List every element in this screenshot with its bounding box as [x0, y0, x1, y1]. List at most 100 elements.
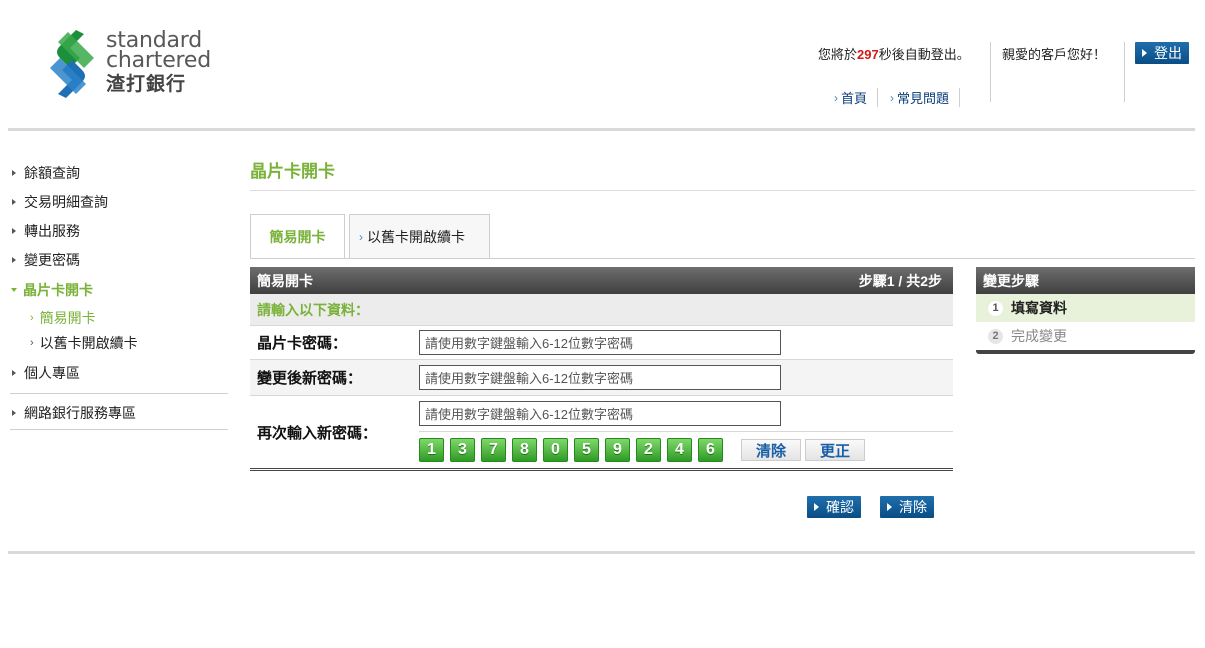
sidebar-item-transfer[interactable]: 轉出服務 — [10, 216, 228, 245]
header-divider — [1124, 42, 1125, 102]
home-link-label: 首頁 — [841, 91, 868, 106]
form-row-card-pin: 晶片卡密碼： 請使用數字鍵盤輸入6-12位數字密碼 — [250, 326, 953, 360]
keypad-key[interactable]: 9 — [605, 438, 630, 462]
timer-prefix: 您將於 — [818, 47, 858, 62]
form-title: 簡易開卡 — [257, 272, 313, 289]
field-label: 晶片卡密碼： — [257, 335, 348, 352]
footer-rule — [8, 551, 1195, 554]
keypad-key[interactable]: 6 — [698, 438, 723, 462]
sidebar-item-online-banking[interactable]: 網路銀行服務專區 — [10, 398, 228, 427]
sidebar-subitem-label: 簡易開卡 — [39, 309, 96, 326]
tab-renew-with-old-card[interactable]: › 以舊卡開啟續卡 — [349, 214, 490, 259]
keypad-key[interactable]: 0 — [543, 438, 568, 462]
faq-link-label: 常見問題 — [897, 91, 950, 106]
sidebar-subitem-label: 以舊卡開啟續卡 — [39, 334, 138, 351]
brand-line-3: 渣打銀行 — [106, 73, 187, 95]
faq-link[interactable]: › 常見問題 — [877, 88, 961, 107]
header-links: › 首頁 › 常見問題 — [834, 88, 961, 107]
tab-label: 以舊卡開啟續卡 — [367, 229, 465, 245]
keypad-key[interactable]: 7 — [481, 438, 506, 462]
brand-line-2: chartered — [106, 48, 211, 73]
clear-form-button[interactable]: 清除 — [880, 496, 934, 518]
title-divider — [250, 190, 1195, 191]
keypad-clear-button[interactable]: 清除 — [741, 439, 802, 461]
timer-seconds: 297 — [857, 47, 879, 62]
brand-logo[interactable]: standard chartered 渣打銀行 — [46, 28, 236, 100]
sidebar-item-label: 轉出服務 — [24, 222, 80, 239]
sidebar-item-label: 餘額查詢 — [24, 164, 80, 181]
field-label: 再次輸入新密碼： — [257, 424, 378, 442]
timer-suffix: 秒後自動登出。 — [878, 47, 970, 62]
step-label: 完成變更 — [1011, 328, 1067, 344]
arrow-right-icon — [12, 256, 16, 263]
logout-label: 登出 — [1154, 45, 1182, 61]
sidebar-item-label: 個人專區 — [24, 364, 80, 381]
steps-box: 變更步驟 1 填寫資料 2 完成變更 — [976, 267, 1195, 354]
confirm-pin-input[interactable]: 請使用數字鍵盤輸入6-12位數字密碼 — [419, 401, 781, 426]
keypad-key[interactable]: 5 — [574, 438, 599, 462]
home-link[interactable]: › 首頁 — [834, 88, 877, 107]
auto-logout-timer: 您將於297秒後自動登出。 — [818, 44, 970, 63]
logout-button[interactable]: 登出 — [1135, 42, 1189, 64]
confirm-label: 確認 — [826, 499, 854, 515]
sidebar-item-change-password[interactable]: 變更密碼 — [10, 245, 228, 274]
standard-chartered-logo-icon — [50, 30, 94, 98]
sidebar-item-label: 晶片卡開卡 — [23, 281, 93, 298]
clear-form-label: 清除 — [899, 499, 927, 515]
keypad-key[interactable]: 4 — [667, 438, 692, 462]
sidebar-subitem-renew-with-old-card[interactable]: › 以舊卡開啟續卡 — [10, 330, 228, 355]
step-item-current: 1 填寫資料 — [976, 294, 1195, 322]
header-divider — [990, 42, 991, 102]
chevron-right-icon: › — [30, 336, 34, 349]
sidebar-item-balance[interactable]: 餘額查詢 — [10, 158, 228, 187]
keypad-key[interactable]: 3 — [450, 438, 475, 462]
keypad-key[interactable]: 2 — [636, 438, 661, 462]
step-item: 2 完成變更 — [976, 322, 1195, 350]
brand-wordmark: standard chartered 渣打銀行 — [106, 30, 211, 97]
play-arrow-icon — [1142, 49, 1147, 57]
keypad-key[interactable]: 8 — [512, 438, 537, 462]
form-instruction: 請輸入以下資料： — [250, 294, 953, 326]
activation-form: 簡易開卡 步驟1 / 共2步 請輸入以下資料： 晶片卡密碼： 請使用數字鍵盤輸入… — [250, 267, 953, 471]
play-arrow-icon — [887, 503, 892, 511]
card-pin-input[interactable]: 請使用數字鍵盤輸入6-12位數字密碼 — [419, 330, 781, 355]
arrow-right-icon — [12, 227, 16, 234]
chevron-right-icon: › — [890, 90, 895, 105]
page-title: 晶片卡開卡 — [250, 162, 335, 181]
step-indicator: 步驟1 / 共2步 — [858, 272, 942, 289]
tab-underline — [250, 258, 1195, 259]
sidebar-divider — [10, 393, 228, 394]
keypad-correct-button[interactable]: 更正 — [805, 439, 866, 461]
greeting-text: 親愛的客戶您好！ — [1002, 47, 1107, 62]
form-row-new-pin: 變更後新密碼： 請使用數字鍵盤輸入6-12位數字密碼 — [250, 360, 953, 396]
steps-title: 變更步驟 — [976, 267, 1195, 294]
step-label: 填寫資料 — [1011, 300, 1067, 316]
sidebar-subitem-simple-activation[interactable]: › 簡易開卡 — [10, 305, 228, 330]
header-rule — [8, 128, 1195, 131]
form-header: 簡易開卡 步驟1 / 共2步 — [250, 267, 953, 294]
sidebar-item-personal[interactable]: 個人專區 — [10, 358, 228, 387]
arrow-right-icon — [12, 409, 16, 416]
confirm-button[interactable]: 確認 — [807, 496, 861, 518]
new-pin-input[interactable]: 請使用數字鍵盤輸入6-12位數字密碼 — [419, 365, 781, 390]
sidebar-divider — [10, 429, 228, 430]
chevron-right-icon: › — [834, 90, 838, 105]
sidebar-item-chip-card[interactable]: 晶片卡開卡 — [10, 274, 228, 305]
arrow-right-icon — [12, 369, 16, 376]
step-number: 2 — [988, 328, 1003, 344]
arrow-right-icon — [12, 198, 16, 205]
chevron-right-icon: › — [359, 230, 363, 244]
sidebar-item-label: 變更密碼 — [24, 251, 80, 268]
arrow-down-icon — [11, 287, 17, 292]
sidebar-item-label: 網路銀行服務專區 — [24, 404, 136, 421]
tab-simple-activation[interactable]: 簡易開卡 — [250, 214, 345, 259]
step-number: 1 — [988, 300, 1003, 316]
sidebar-item-transactions[interactable]: 交易明細查詢 — [10, 187, 228, 216]
keypad-key[interactable]: 1 — [419, 438, 444, 462]
form-row-confirm-pin: 再次輸入新密碼： 請使用數字鍵盤輸入6-12位數字密碼 1 3 7 8 0 5 … — [250, 396, 953, 471]
sidebar-item-label: 交易明細查詢 — [24, 193, 108, 210]
chevron-right-icon: › — [30, 311, 34, 324]
play-arrow-icon — [814, 503, 819, 511]
sidebar-nav: 餘額查詢 交易明細查詢 轉出服務 變更密碼 晶片卡開卡 › 簡易開卡 › 以舊卡開啟… — [10, 158, 228, 430]
arrow-right-icon — [12, 169, 16, 176]
